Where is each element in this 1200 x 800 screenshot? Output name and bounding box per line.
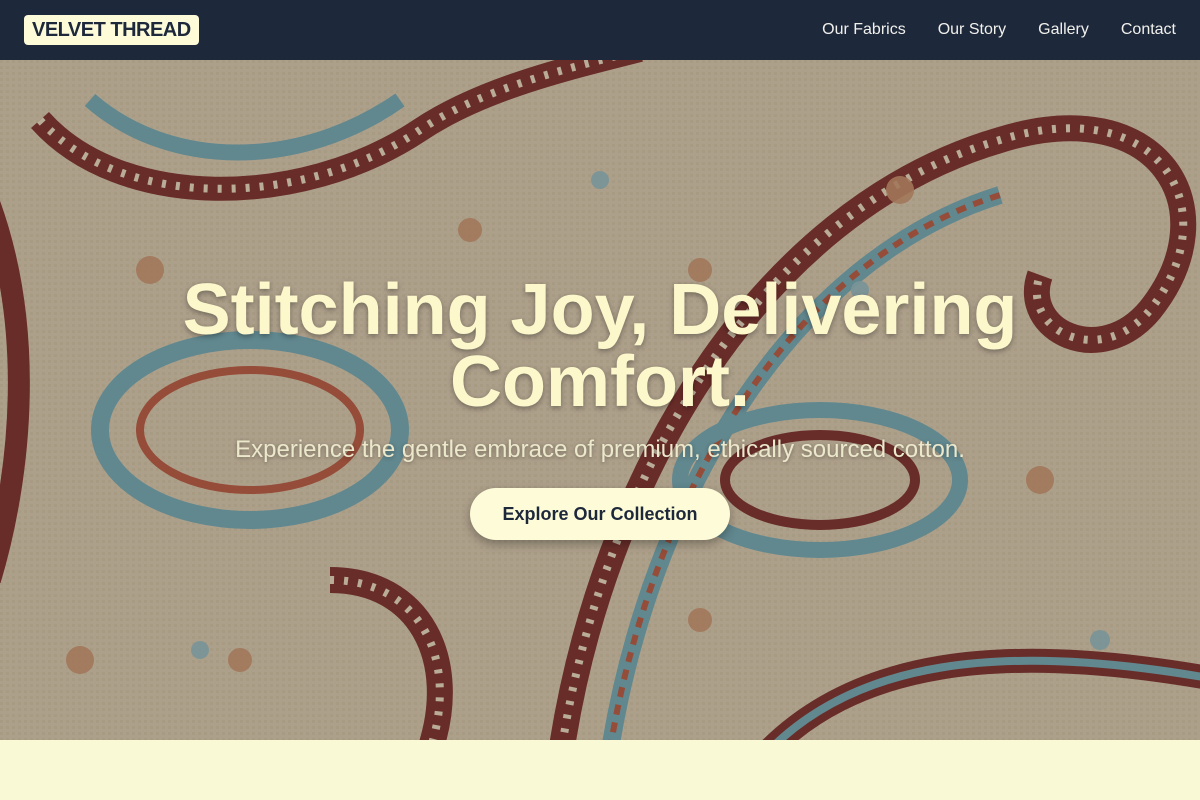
nav-link-our-fabrics[interactable]: Our Fabrics [822,21,906,39]
nav-link-our-story[interactable]: Our Story [938,21,1006,39]
hero-headline: Stitching Joy, Delivering Comfort. [182,270,1018,422]
nav-link-gallery[interactable]: Gallery [1038,21,1089,39]
main-nav: Our Fabrics Our Story Gallery Contact [822,21,1176,39]
brand-logo[interactable]: VELVET THREAD [24,15,199,45]
site-header: VELVET THREAD Our Fabrics Our Story Gall… [0,0,1200,60]
nav-link-contact[interactable]: Contact [1121,21,1176,39]
hero-section: Stitching Joy, Delivering Comfort. Exper… [0,60,1200,740]
hero-subheadline: Experience the gentle embrace of premium… [235,436,965,463]
hero-content: Stitching Joy, Delivering Comfort. Exper… [0,60,1200,740]
explore-collection-button[interactable]: Explore Our Collection [470,488,730,540]
below-fold-section [0,740,1200,800]
